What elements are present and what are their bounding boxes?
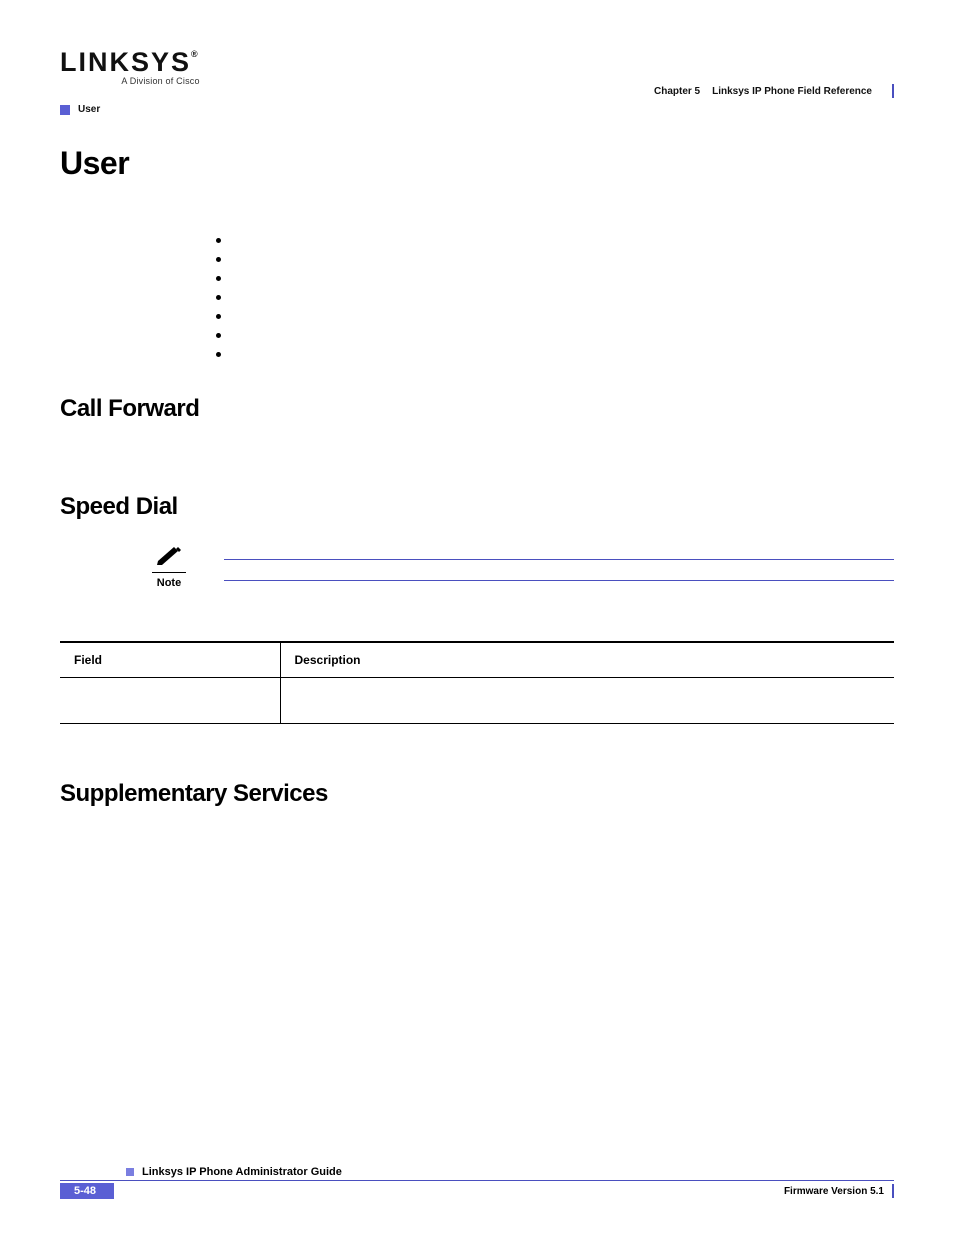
firmware-version: Firmware Version 5.1 xyxy=(784,1186,884,1197)
breadcrumb-text: User xyxy=(78,104,100,115)
section-call-forward: Call Forward xyxy=(60,395,894,423)
bullet-list xyxy=(216,238,894,357)
chapter-title: Linksys IP Phone Field Reference xyxy=(712,86,872,97)
bullet-icon xyxy=(216,295,221,300)
brand-logo: LINKSYS® A Division of Cisco xyxy=(60,50,200,86)
note-block: Note xyxy=(60,545,894,589)
note-rule-icon xyxy=(224,559,894,560)
pencil-icon xyxy=(156,545,182,570)
table-row xyxy=(60,678,894,724)
footer-marker-icon xyxy=(126,1168,134,1176)
page-header: LINKSYS® A Division of Cisco Chapter 5 L… xyxy=(60,50,894,98)
logo-tagline: A Division of Cisco xyxy=(60,76,200,86)
bullet-icon xyxy=(216,333,221,338)
note-underline-icon xyxy=(152,572,186,573)
table-cell-field xyxy=(60,678,280,724)
page-number-badge: 5-48 xyxy=(60,1183,114,1199)
chapter-header: Chapter 5 Linksys IP Phone Field Referen… xyxy=(654,84,894,98)
document-page: LINKSYS® A Division of Cisco Chapter 5 L… xyxy=(0,0,954,1235)
bullet-icon xyxy=(216,276,221,281)
table-cell-description xyxy=(280,678,894,724)
bullet-icon xyxy=(216,238,221,243)
footer-separator-icon xyxy=(892,1184,894,1198)
note-rule-icon xyxy=(224,580,894,581)
page-title: User xyxy=(60,145,894,182)
table-header-row: Field Description xyxy=(60,642,894,678)
table-header-field: Field xyxy=(60,642,280,678)
bullet-icon xyxy=(216,352,221,357)
logo-brand: LINKSYS xyxy=(60,47,191,77)
table-header-description: Description xyxy=(280,642,894,678)
footer-bottom: 5-48 Firmware Version 5.1 xyxy=(60,1183,894,1199)
chapter-number: Chapter 5 xyxy=(654,86,700,97)
header-separator-icon xyxy=(892,84,894,98)
logo-text: LINKSYS® xyxy=(60,50,200,74)
logo-reg: ® xyxy=(191,49,200,59)
bullet-icon xyxy=(216,314,221,319)
note-lines xyxy=(224,545,894,581)
page-footer: Linksys IP Phone Administrator Guide 5-4… xyxy=(60,1166,894,1199)
section-supplementary-services: Supplementary Services xyxy=(60,780,894,808)
note-icon-column: Note xyxy=(138,545,200,589)
footer-guide-title: Linksys IP Phone Administrator Guide xyxy=(142,1166,342,1178)
footer-title-row: Linksys IP Phone Administrator Guide xyxy=(60,1166,894,1181)
bullet-icon xyxy=(216,257,221,262)
note-label: Note xyxy=(157,577,181,589)
breadcrumb: User xyxy=(60,104,894,115)
section-speed-dial: Speed Dial xyxy=(60,493,894,521)
reference-table: Field Description xyxy=(60,641,894,724)
firmware-row: Firmware Version 5.1 xyxy=(784,1184,894,1198)
breadcrumb-marker-icon xyxy=(60,105,70,115)
